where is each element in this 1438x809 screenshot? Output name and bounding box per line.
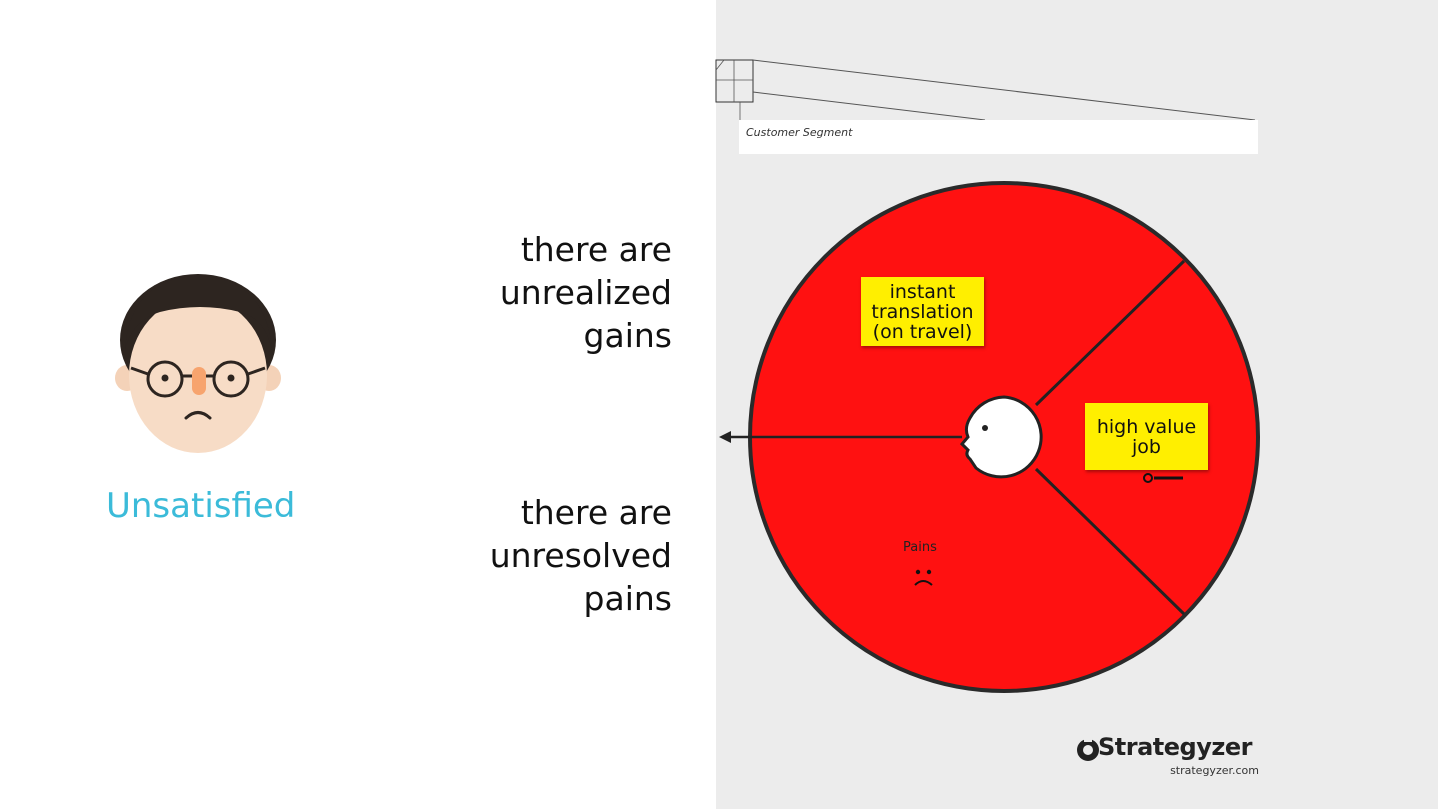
- gain-sticky-note[interactable]: instant translation (on travel): [861, 277, 984, 346]
- note-line: instant: [889, 280, 956, 303]
- statement-line: there are: [520, 493, 672, 532]
- note-line: job: [1132, 435, 1161, 458]
- persona-label: Unsatisfied: [106, 486, 296, 526]
- statement-line: unresolved: [489, 536, 672, 575]
- customer-segment-label: Customer Segment: [746, 126, 853, 139]
- canvas-wireframe: [715, 59, 1256, 121]
- unsatisfied-face-icon: [115, 274, 281, 453]
- note-line: high value: [1096, 415, 1197, 438]
- statement-line: pains: [583, 579, 672, 618]
- job-sticky-note[interactable]: high value job: [1085, 403, 1208, 470]
- note-line: translation: [871, 300, 974, 323]
- pains-label: Pains: [903, 540, 937, 555]
- brand-name: Strategyzer: [1098, 733, 1252, 761]
- statement-line: unrealized: [499, 273, 672, 312]
- strategyzer-logo-icon: [1077, 737, 1099, 761]
- arrow-left-icon: [719, 431, 731, 443]
- note-line: (on travel): [872, 320, 973, 343]
- statement-line: gains: [583, 316, 672, 355]
- unrealized-gains-statement: there are unrealized gains: [412, 228, 672, 357]
- unresolved-pains-statement: there are unresolved pains: [412, 491, 672, 620]
- brand-url: strategyzer.com: [1170, 764, 1259, 777]
- statement-line: there are: [520, 230, 672, 269]
